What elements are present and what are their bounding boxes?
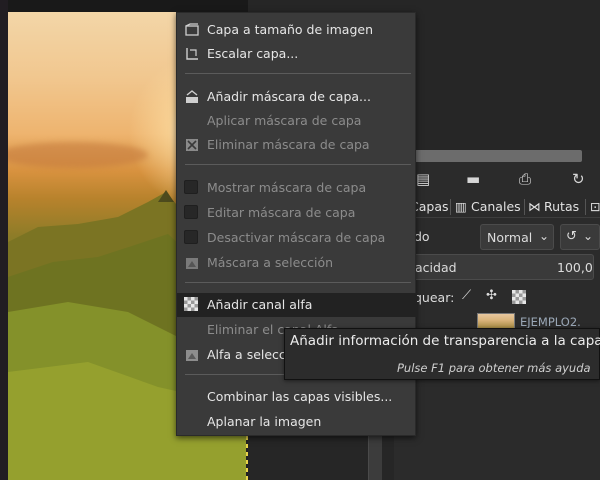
menu-item-add-alpha-channel[interactable]: Añadir canal alfa bbox=[177, 293, 417, 317]
channels-icon: ▥ bbox=[455, 199, 467, 214]
tab-divider bbox=[585, 199, 586, 215]
print-icon[interactable]: ⎙ bbox=[519, 170, 531, 188]
paths-icon: ⋈ bbox=[528, 199, 541, 214]
menu-item-label: Desactivar máscara de capa bbox=[207, 230, 386, 245]
menu-item-label: Mostrar máscara de capa bbox=[207, 180, 367, 195]
checkbox-icon bbox=[184, 230, 198, 244]
add-layer-mask-icon bbox=[184, 89, 200, 105]
lock-pixels-icon[interactable]: ⟋ bbox=[462, 288, 471, 303]
mode-select[interactable]: Normal ⌄ bbox=[480, 224, 554, 250]
menu-item-label: Capa a tamaño de imagen bbox=[207, 22, 373, 37]
checkbox-icon bbox=[184, 205, 198, 219]
delete-mask-icon bbox=[184, 137, 200, 153]
menu-item-disable-layer-mask[interactable]: Desactivar máscara de capa bbox=[177, 226, 417, 250]
refresh-icon[interactable]: ↻ bbox=[572, 170, 585, 188]
mask-to-selection-icon bbox=[184, 255, 200, 271]
undo-icon: ↺ bbox=[566, 229, 577, 244]
menu-item-scale-layer[interactable]: Escalar capa... bbox=[177, 42, 417, 66]
menu-separator bbox=[185, 73, 411, 74]
lock-position-icon[interactable]: ✣ bbox=[486, 288, 497, 303]
tab-divider bbox=[450, 199, 451, 215]
opacity-row: acidad 100,0 bbox=[394, 254, 600, 280]
menu-item-label: Añadir máscara de capa... bbox=[207, 89, 371, 104]
lock-alpha-icon[interactable] bbox=[512, 290, 526, 304]
tooltip-hint: Pulse F1 para obtener más ayuda bbox=[397, 361, 591, 375]
menu-item-label: Editar máscara de capa bbox=[207, 205, 356, 220]
menu-item-merge-visible-layers[interactable]: Combinar las capas visibles... bbox=[177, 385, 417, 409]
menu-item-label: Aplicar máscara de capa bbox=[207, 113, 362, 128]
dock-tabs: Capas ▥ Canales ⋈ Rutas ⊡ bbox=[394, 196, 600, 218]
tab-menu-icon[interactable]: ⊡ bbox=[590, 199, 600, 214]
mode-row: do Normal ⌄ ↺ ⌄ bbox=[394, 224, 600, 250]
mode-value: Normal bbox=[487, 230, 533, 245]
menu-item-layer-to-image-size[interactable]: Capa a tamaño de imagen bbox=[177, 18, 417, 42]
tab-divider bbox=[524, 199, 525, 215]
canvas-left-border bbox=[0, 0, 8, 480]
menu-item-edit-layer-mask[interactable]: Editar máscara de capa bbox=[177, 201, 417, 225]
scale-layer-icon bbox=[184, 46, 200, 62]
checkbox-icon bbox=[184, 180, 198, 194]
menu-separator bbox=[185, 282, 411, 283]
lock-label: quear: bbox=[414, 290, 455, 305]
alpha-to-selection-icon bbox=[184, 347, 200, 363]
composite-mode-select[interactable]: ↺ ⌄ bbox=[560, 224, 600, 250]
opacity-spinner[interactable]: acidad 100,0 bbox=[394, 254, 594, 280]
menu-item-apply-layer-mask[interactable]: Aplicar máscara de capa bbox=[177, 109, 417, 133]
tab-canales[interactable]: Canales bbox=[471, 199, 521, 214]
minus-icon[interactable]: ▬ bbox=[466, 170, 480, 188]
tooltip: Añadir información de transparencia a la… bbox=[284, 328, 600, 380]
horizontal-scrollbar[interactable] bbox=[414, 150, 582, 162]
menu-item-label: Aplanar la imagen bbox=[207, 414, 322, 429]
menu-item-show-layer-mask[interactable]: Mostrar máscara de capa bbox=[177, 176, 417, 200]
menu-item-add-layer-mask[interactable]: Añadir máscara de capa... bbox=[177, 85, 417, 109]
document-icon[interactable]: ▤ bbox=[416, 170, 430, 188]
menu-item-label: Eliminar máscara de capa bbox=[207, 137, 370, 152]
opacity-label: acidad bbox=[415, 260, 457, 275]
menu-item-delete-layer-mask[interactable]: Eliminar máscara de capa bbox=[177, 133, 417, 157]
menu-item-label: Añadir canal alfa bbox=[207, 297, 313, 312]
menu-separator bbox=[185, 164, 411, 165]
menu-item-label: Combinar las capas visibles... bbox=[207, 389, 393, 404]
checker-alpha-icon bbox=[184, 297, 198, 311]
menu-item-mask-to-selection[interactable]: Máscara a selección bbox=[177, 251, 417, 275]
opacity-value: 100,0 bbox=[557, 260, 593, 275]
dock-toolbar: ▤ ▬ ⎙ ↻ bbox=[394, 166, 600, 194]
layer-name[interactable]: EJEMPLO2. bbox=[520, 315, 581, 329]
chevron-down-icon: ⌄ bbox=[539, 229, 550, 243]
menu-item-label: Escalar capa... bbox=[207, 46, 299, 61]
tooltip-title: Añadir información de transparencia a la… bbox=[290, 333, 600, 349]
layer-thumbnail[interactable] bbox=[477, 313, 515, 329]
tab-rutas[interactable]: Rutas bbox=[544, 199, 579, 214]
chevron-down-icon: ⌄ bbox=[583, 229, 594, 243]
layer-to-image-size-icon bbox=[184, 22, 200, 38]
lock-row: quear: ⟋ ✣ bbox=[394, 288, 600, 306]
menu-item-label: Máscara a selección bbox=[207, 255, 334, 270]
menu-item-flatten-image[interactable]: Aplanar la imagen bbox=[177, 410, 417, 434]
